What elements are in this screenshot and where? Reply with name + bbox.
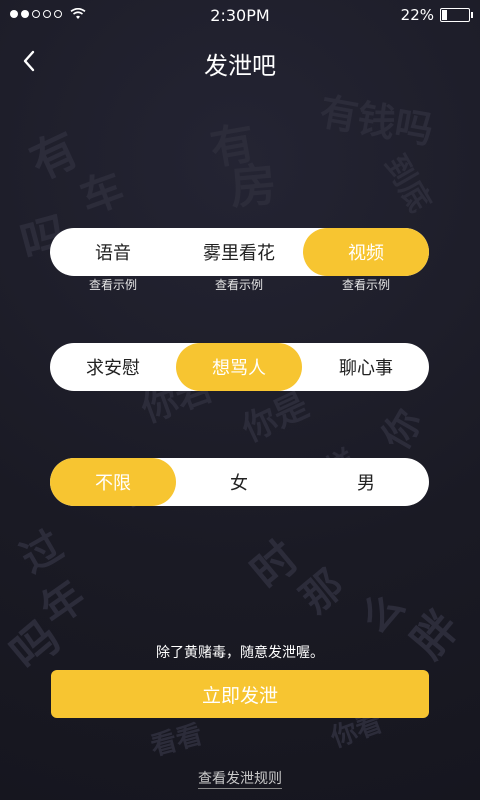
view-rules-link[interactable]: 查看发泄规则 xyxy=(0,768,480,789)
mood-option-comfort[interactable]: 求安慰 xyxy=(50,343,176,391)
mode-option-voice[interactable]: 语音 xyxy=(50,228,176,276)
gender-option-male[interactable]: 男 xyxy=(303,458,429,506)
gender-option-female[interactable]: 女 xyxy=(176,458,302,506)
gender-option-any[interactable]: 不限 xyxy=(50,458,176,506)
mood-option-curse[interactable]: 想骂人 xyxy=(176,343,302,391)
nav-bar: 发泄吧 xyxy=(0,36,480,86)
view-example-link-voice[interactable]: 查看示例 xyxy=(68,276,158,293)
vent-now-button[interactable]: 立即发泄 xyxy=(51,670,429,718)
mood-selector: 求安慰 想骂人 聊心事 xyxy=(50,343,429,391)
rules-note: 除了黄赌毒，随意发泄喔。 xyxy=(156,645,324,661)
status-bar: 2:30PM 22% xyxy=(0,0,480,32)
battery-icon xyxy=(440,8,473,22)
view-example-link-blurred[interactable]: 查看示例 xyxy=(194,276,284,293)
example-links: 查看示例 查看示例 查看示例 xyxy=(50,276,429,294)
view-example-link-video[interactable]: 查看示例 xyxy=(321,276,411,293)
battery-percent: 22% xyxy=(400,6,434,24)
gender-selector: 不限 女 男 xyxy=(50,458,429,506)
mode-option-blurred[interactable]: 雾里看花 xyxy=(176,228,302,276)
view-rules-label: 查看发泄规则 xyxy=(198,771,282,789)
mode-selector: 语音 雾里看花 视频 xyxy=(50,228,429,276)
mode-option-video[interactable]: 视频 xyxy=(303,228,429,276)
mood-option-chat[interactable]: 聊心事 xyxy=(303,343,429,391)
page-title: 发泄吧 xyxy=(204,52,276,80)
